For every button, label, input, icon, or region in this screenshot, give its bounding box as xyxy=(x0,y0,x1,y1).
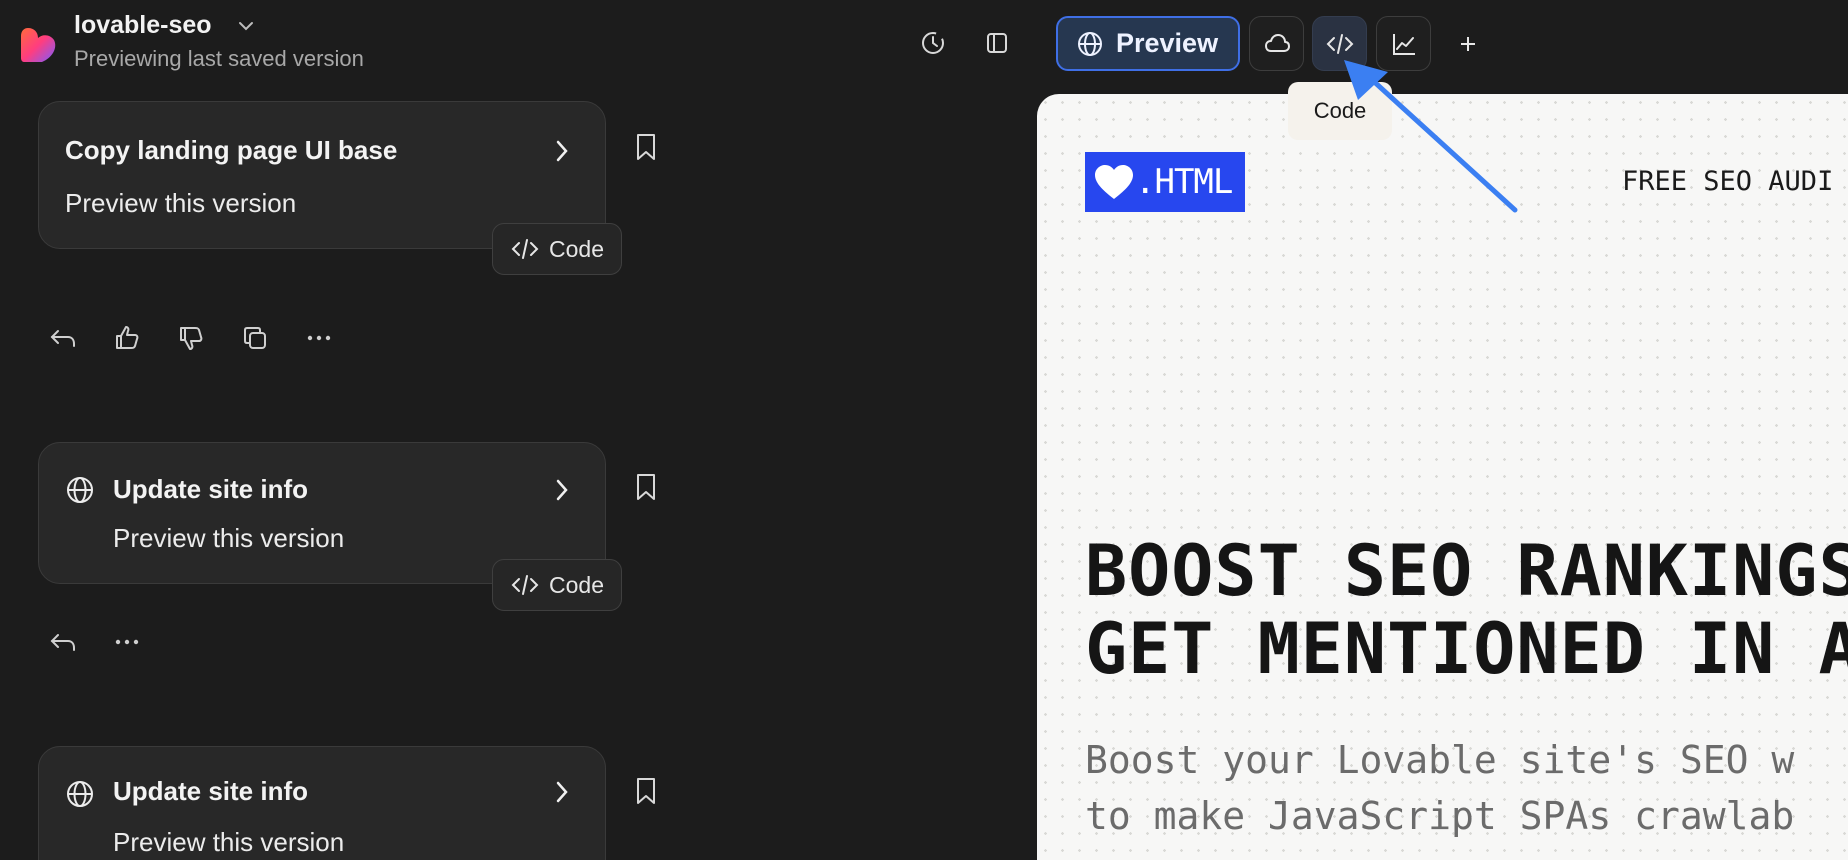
chart-icon xyxy=(1390,30,1418,58)
version-preview-link[interactable]: Preview this version xyxy=(113,523,344,554)
version-preview-link[interactable]: Preview this version xyxy=(65,188,296,219)
project-name[interactable]: lovable-seo xyxy=(74,11,212,40)
code-icon xyxy=(511,236,539,262)
site-logo[interactable]: .HTML xyxy=(1085,152,1245,212)
sidebar-icon[interactable] xyxy=(982,28,1012,58)
chevron-right-icon[interactable] xyxy=(553,477,571,503)
copy-icon[interactable] xyxy=(240,323,270,353)
plus-icon[interactable] xyxy=(1453,29,1483,59)
view-code-button[interactable]: Code xyxy=(492,559,622,611)
view-code-label: Code xyxy=(549,235,604,262)
annotation-arrow xyxy=(1340,56,1520,216)
hero-subtext-line2: to make JavaScript SPAs crawlab xyxy=(1085,794,1795,838)
version-preview-link[interactable]: Preview this version xyxy=(113,827,344,858)
version-title: Update site info xyxy=(113,776,309,806)
lovable-logo[interactable] xyxy=(20,26,58,64)
chevron-right-icon[interactable] xyxy=(553,779,571,805)
preview-button[interactable]: Preview xyxy=(1056,16,1240,71)
hero-heading-line1: BOOST SEO RANKINGS xyxy=(1085,530,1848,612)
hero-heading-line2: GET MENTIONED IN A xyxy=(1085,608,1848,690)
bookmark-icon[interactable] xyxy=(634,472,658,502)
globe-icon xyxy=(65,475,95,505)
more-icon[interactable] xyxy=(304,323,334,353)
cloud-button[interactable] xyxy=(1249,16,1304,71)
code-icon xyxy=(1325,30,1355,58)
undo-icon[interactable] xyxy=(48,323,78,353)
cloud-icon xyxy=(1263,30,1291,58)
undo-icon[interactable] xyxy=(48,627,78,657)
site-logo-text: .HTML xyxy=(1135,162,1233,202)
chevron-right-icon[interactable] xyxy=(553,138,571,164)
version-card[interactable]: Update site info Preview this version xyxy=(38,746,606,860)
code-icon xyxy=(511,572,539,598)
project-subtitle: Previewing last saved version xyxy=(74,46,364,71)
globe-icon xyxy=(65,779,95,809)
thumbs-up-icon[interactable] xyxy=(112,323,142,353)
view-code-label: Code xyxy=(549,571,604,598)
chevron-down-icon[interactable] xyxy=(236,18,256,34)
globe-icon xyxy=(1076,30,1104,58)
site-nav-link[interactable]: FREE SEO AUDI xyxy=(1622,166,1833,197)
heart-icon xyxy=(1093,163,1135,201)
version-title: Copy landing page UI base xyxy=(65,135,398,165)
bookmark-icon[interactable] xyxy=(634,776,658,806)
hero-subtext-line1: Boost your Lovable site's SEO w xyxy=(1085,738,1795,782)
more-icon[interactable] xyxy=(112,627,142,657)
history-icon[interactable] xyxy=(918,28,948,58)
version-title: Update site info xyxy=(113,474,309,504)
thumbs-down-icon[interactable] xyxy=(176,323,206,353)
bookmark-icon[interactable] xyxy=(634,132,658,162)
view-code-button[interactable]: Code xyxy=(492,223,622,275)
preview-label: Preview xyxy=(1116,28,1219,58)
